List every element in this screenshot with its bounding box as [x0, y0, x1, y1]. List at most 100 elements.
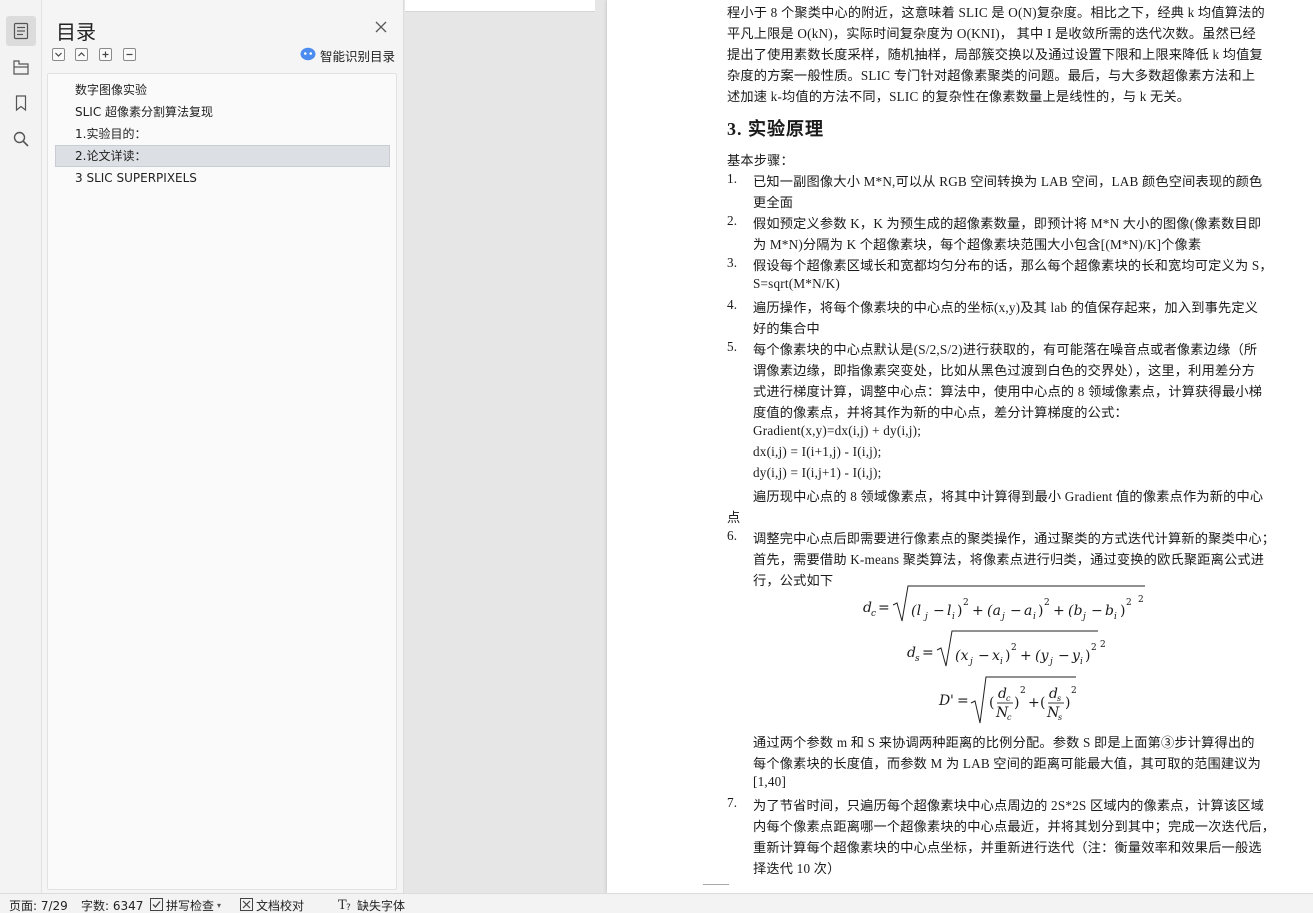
- missing-font-label: 缺失字体: [357, 899, 406, 913]
- bookmark-icon[interactable]: [6, 88, 36, 118]
- svg-text:2: 2: [1100, 640, 1106, 650]
- step-line: 遍历操作，将每个像素块的中心点的坐标(x,y)及其 lab 的值保存起来，加入到…: [753, 300, 1259, 315]
- svg-text:(a: (a: [987, 603, 1001, 619]
- step-number: 7.: [727, 795, 738, 810]
- svg-text:2: 2: [1071, 686, 1077, 696]
- svg-text:): ): [1005, 648, 1011, 664]
- gradient-formula: Gradient(x,y)=dx(i,j) + dy(i,j);: [753, 423, 922, 438]
- svg-text:=: =: [922, 645, 934, 661]
- paragraph-line: 提出了使用素数长度采样，随机抽样，局部簇交换以及通过设置下限和上限来降低 k 均…: [727, 47, 1263, 62]
- svg-text:(: (: [1040, 695, 1046, 711]
- svg-text:+: +: [1053, 603, 1065, 619]
- status-bar: 页面: 7/29 字数: 6347 拼写检查 ▾ 文档校对 T? 缺失字体: [0, 893, 1313, 913]
- checkbox-icon: [150, 897, 163, 913]
- svg-text:): ): [1014, 695, 1020, 711]
- svg-text:2: 2: [963, 598, 969, 608]
- toc-item[interactable]: 数字图像实验: [55, 79, 390, 101]
- step-line: 假如预定义参数 K，K 为预生成的超像素数量，即预计将 M*N 大小的图像(像素…: [753, 216, 1262, 231]
- search-icon[interactable]: [6, 124, 36, 154]
- svg-text:2: 2: [1011, 643, 1017, 653]
- svg-text:D: D: [938, 693, 950, 709]
- toc-item[interactable]: SLIC 超像素分割算法复现: [55, 101, 390, 123]
- step-line: 为 M*N)分隔为 K 个超像素块，每个超像素块范围大小包含[(M*N)/K]个…: [753, 237, 1202, 252]
- document-canvas[interactable]: 程小于 8 个聚类中心的附近，这意味着 SLIC 是 O(N)复杂度。相比之下，…: [405, 0, 1313, 893]
- spell-check-label: 拼写检查: [166, 899, 215, 913]
- chapter-nav-icon[interactable]: [6, 52, 36, 82]
- toc-panel: 目录 智能识别目录 数字图像实验 SLIC 超像素分割算法复现 1.实验目的： …: [42, 0, 404, 893]
- svg-text:2: 2: [1020, 686, 1026, 696]
- svg-text:): ): [1065, 695, 1071, 711]
- step-line: 调整完中心点后即需要进行像素点的聚类操作，通过聚类的方式迭代计算新的聚类中心；: [753, 531, 1276, 546]
- svg-text:2: 2: [1138, 595, 1144, 605]
- collapse-up-icon[interactable]: [75, 48, 88, 61]
- previous-page-edge: [405, 0, 595, 12]
- chevron-down-icon: ▾: [217, 901, 222, 910]
- toc-item[interactable]: 1.实验目的：: [55, 123, 390, 145]
- svg-text:b: b: [1105, 603, 1114, 619]
- step-line: 假设每个超像素区域长和宽都均匀分布的话，那么每个超像素块的长和宽均可定义为 S，: [753, 258, 1273, 273]
- svg-text:(y: (y: [1035, 648, 1050, 664]
- svg-text:−: −: [1058, 648, 1070, 664]
- step-number: 5.: [727, 339, 738, 354]
- svg-text:−: −: [1091, 603, 1103, 619]
- svg-text:l: l: [947, 603, 952, 619]
- step-line: 行，公式如下: [753, 573, 834, 588]
- smart-toc-label: 智能识别目录: [320, 48, 396, 64]
- proofread-label: 文档校对: [256, 899, 305, 913]
- paragraph-line: 程小于 8 个聚类中心的附近，这意味着 SLIC 是 O(N)复杂度。相比之下，…: [727, 5, 1265, 20]
- svg-text:(x: (x: [955, 648, 969, 664]
- step-line: 式进行梯度计算，调整中心点：算法中，使用中心点的 8 领域像素点，计算获得最小梯: [753, 384, 1263, 399]
- svg-text:s: s: [1058, 713, 1062, 722]
- smart-toc-button[interactable]: 智能识别目录: [300, 46, 395, 64]
- spell-check-button[interactable]: 拼写检查 ▾: [150, 897, 221, 913]
- step-line: 谓像素边缘，即指像素突变处，比如从黑色过渡到白色的交界处），这里，利用差分方: [753, 363, 1256, 378]
- toc-list: 数字图像实验 SLIC 超像素分割算法复现 1.实验目的： 2.论文详读： 3 …: [47, 73, 397, 890]
- remove-heading-icon[interactable]: [123, 48, 136, 61]
- svg-text:c: c: [1006, 694, 1011, 703]
- step-line: 重新计算每个超像素块的中心点坐标，并重新进行迭代（注：衡量效率和效果后一般选: [753, 840, 1262, 855]
- svg-text:(b: (b: [1068, 603, 1083, 619]
- step-number: 2.: [727, 213, 738, 228]
- svg-text:−: −: [933, 603, 945, 619]
- svg-text:s: s: [1057, 694, 1061, 703]
- page-indicator[interactable]: 页面: 7/29: [9, 897, 68, 913]
- add-heading-icon[interactable]: [99, 48, 112, 61]
- paragraph-line: [1,40]: [753, 774, 787, 789]
- step-line: 内每个像素点距离哪一个超像素块的中心点最近，并将其划分到其中；完成一次迭代后，: [753, 819, 1276, 834]
- svg-text:): ): [957, 603, 963, 619]
- proofread-button[interactable]: 文档校对: [240, 897, 304, 913]
- step-line: 每个像素块的中心点默认是(S/2,S/2)进行获取的，有可能落在噪音点或者像素边…: [753, 342, 1258, 357]
- step-line: 遍历现中心点的 8 领域像素点，将其中计算得到最小 Gradient 值的像素点…: [753, 489, 1264, 504]
- svg-text:2: 2: [1091, 643, 1097, 653]
- svg-text:j: j: [923, 612, 928, 622]
- toc-icon[interactable]: [6, 16, 36, 46]
- svg-text:2: 2: [1044, 598, 1050, 608]
- missing-font-button[interactable]: T? 缺失字体: [338, 897, 405, 913]
- steps-label: 基本步骤：: [727, 153, 794, 168]
- step-number: 1.: [727, 171, 738, 186]
- svg-text:+: +: [972, 603, 984, 619]
- svg-text:2: 2: [1126, 598, 1132, 608]
- paragraph-line: 通过两个参数 m 和 S 来协调两种距离的比例分配。参数 S 即是上面第③步计算…: [753, 735, 1255, 750]
- svg-text:=: =: [878, 600, 890, 616]
- step-number: 6.: [727, 528, 738, 543]
- step-line: 更全面: [753, 195, 794, 210]
- word-count[interactable]: 字数: 6347: [81, 897, 143, 913]
- toc-item-selected[interactable]: 2.论文详读：: [55, 145, 390, 167]
- svg-text:(l: (l: [911, 603, 921, 619]
- svg-text:': ': [950, 693, 954, 709]
- smart-assistant-icon: [300, 47, 316, 64]
- paragraph-line: 杂度的方案一般性质。SLIC 专门针对超像素聚类的问题。最后，与大多数超像素方法…: [727, 68, 1256, 83]
- collapse-down-icon[interactable]: [52, 48, 65, 61]
- section-heading: 3. 实验原理: [727, 119, 824, 139]
- toc-item[interactable]: 3 SLIC SUPERPIXELS: [55, 167, 390, 189]
- svg-text:c: c: [1007, 713, 1012, 722]
- step-line: 为了节省时间，只遍历每个超像素块中心点周边的 2S*2S 区域内的像素点，计算该…: [753, 798, 1265, 813]
- svg-text:i: i: [1114, 612, 1117, 622]
- step-line: 好的集合中: [753, 321, 820, 336]
- dy-formula: dy(i,j) = I(i,j+1) - I(i,j);: [753, 465, 882, 480]
- close-icon[interactable]: [374, 20, 388, 34]
- document-page[interactable]: 程小于 8 个聚类中心的附近，这意味着 SLIC 是 O(N)复杂度。相比之下，…: [607, 0, 1313, 893]
- step-number: 3.: [727, 255, 738, 270]
- dx-formula: dx(i,j) = I(i+1,j) - I(i,j);: [753, 444, 882, 459]
